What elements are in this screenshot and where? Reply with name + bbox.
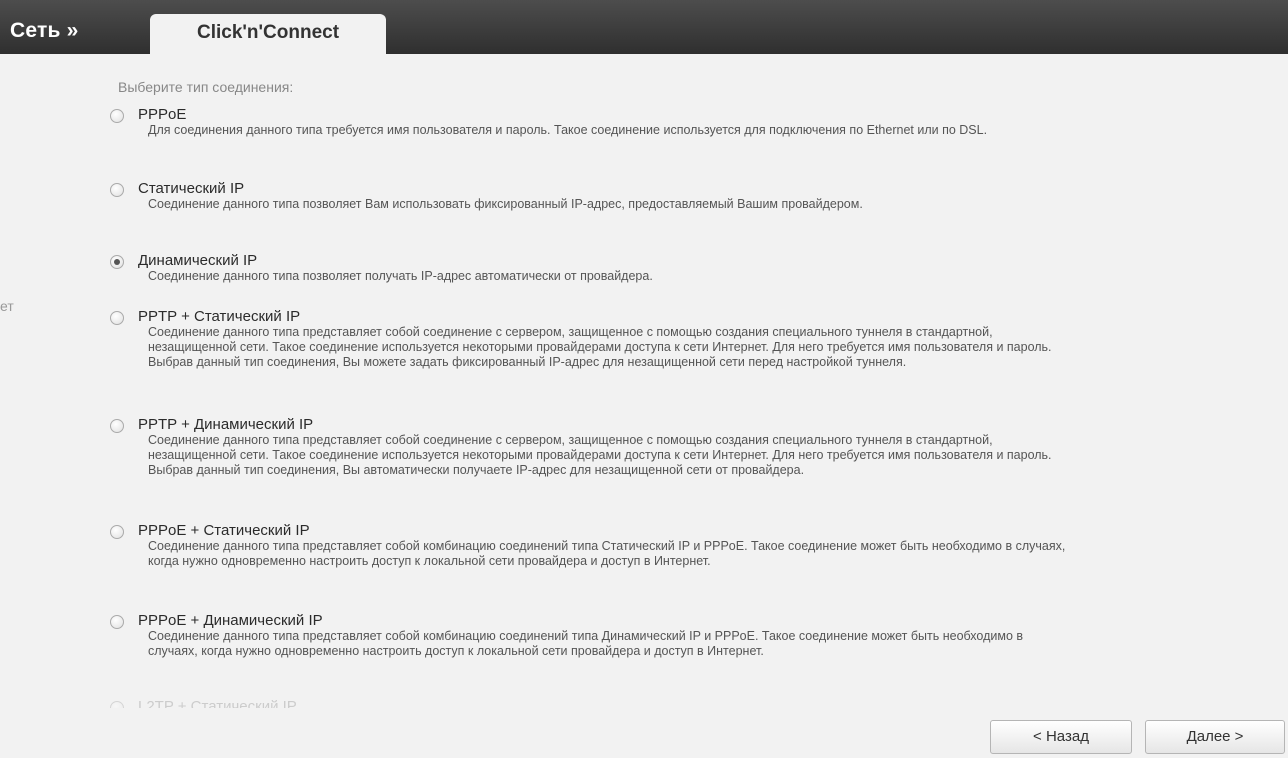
main-content: ет Выберите тип соединения: PPPoE Для со…: [0, 54, 1288, 758]
connection-type-prompt: Выберите тип соединения:: [118, 79, 294, 95]
radio-pppoe-dynamic-ip[interactable]: [110, 615, 124, 629]
option-label[interactable]: PPPoE + Статический IP: [138, 522, 310, 539]
radio-dynamic-ip[interactable]: [110, 255, 124, 269]
option-description: Соединение данного типа представляет соб…: [148, 539, 1066, 568]
option-description: Соединение данного типа представляет соб…: [148, 433, 1052, 477]
option-description: Соединение данного типа представляет соб…: [148, 629, 1024, 658]
tab-clickn-connect[interactable]: Click'n'Connect: [150, 14, 386, 54]
option-label[interactable]: Динамический IP: [138, 252, 257, 269]
option-label[interactable]: L2TP + Статический IP: [138, 698, 297, 708]
radio-pppoe[interactable]: [110, 109, 124, 123]
next-button[interactable]: Далее >: [1145, 720, 1285, 754]
radio-static-ip[interactable]: [110, 183, 124, 197]
back-button[interactable]: < Назад: [990, 720, 1132, 754]
option-l2tp-static-ip[interactable]: L2TP + Статический IP: [110, 698, 1060, 708]
option-description: Соединение данного типа представляет соб…: [148, 325, 1052, 369]
option-description: Для соединения данного типа требуется им…: [148, 123, 988, 137]
radio-l2tp-static-ip[interactable]: [110, 701, 124, 708]
option-label[interactable]: Статический IP: [138, 180, 244, 197]
option-label[interactable]: PPPoE: [138, 106, 186, 123]
option-description: Соединение данного типа позволяет получа…: [148, 269, 653, 283]
sidebar-text-fragment: ет: [0, 298, 14, 314]
radio-pppoe-static-ip[interactable]: [110, 525, 124, 539]
option-label[interactable]: PPPoE + Динамический IP: [138, 612, 323, 629]
option-description: Соединение данного типа позволяет Вам ис…: [148, 197, 863, 211]
radio-pptp-static-ip[interactable]: [110, 311, 124, 325]
breadcrumb[interactable]: Сеть »: [10, 19, 78, 43]
radio-pptp-dynamic-ip[interactable]: [110, 419, 124, 433]
top-header: Сеть » Click'n'Connect: [0, 0, 1288, 54]
option-label[interactable]: PPTP + Статический IP: [138, 308, 300, 325]
option-label[interactable]: PPTP + Динамический IP: [138, 416, 313, 433]
